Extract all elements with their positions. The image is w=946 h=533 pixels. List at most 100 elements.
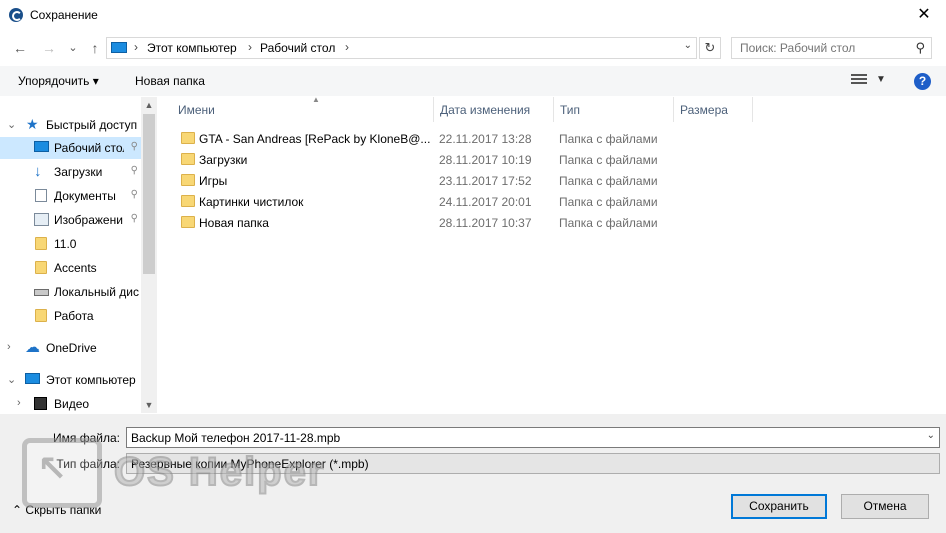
breadcrumb-desktop[interactable]: Рабочий стол: [260, 41, 335, 55]
pin-icon: ⚲: [130, 141, 138, 152]
sidebar-item-documents[interactable]: Документы ⚲: [0, 185, 142, 207]
column-header-type[interactable]: Тип: [554, 97, 674, 122]
folder-icon: [181, 174, 195, 186]
column-header-date[interactable]: Дата изменения: [434, 97, 554, 122]
table-row[interactable]: Новая папка 28.11.2017 10:37 Папка с фай…: [176, 212, 946, 233]
chevron-down-icon[interactable]: ▼: [876, 74, 886, 85]
drive-icon: [34, 289, 49, 296]
chevron-right-icon[interactable]: ›: [248, 40, 252, 54]
sidebar-item-label: Загрузки: [54, 165, 103, 179]
sidebar-item-label: Видео: [54, 397, 90, 411]
search-box[interactable]: ⚲: [731, 37, 932, 59]
pin-icon: ⚲: [130, 189, 138, 200]
search-icon[interactable]: ⚲: [915, 40, 925, 56]
scroll-up-icon[interactable]: ▲: [141, 97, 157, 113]
sidebar-item-label: Документы: [54, 189, 116, 203]
close-button[interactable]: ✕: [902, 0, 946, 30]
breadcrumb-this-pc[interactable]: Этот компьютер: [147, 41, 237, 55]
chevron-right-icon[interactable]: ›: [17, 397, 21, 409]
save-button[interactable]: Сохранить: [731, 494, 827, 519]
column-header-name[interactable]: Имени ▲: [172, 95, 434, 122]
sidebar-item-label: Рабочий стол: [54, 141, 124, 155]
navigation-pane: ⌄ ★ Быстрый доступ Рабочий стол ⚲ ↓ Загр…: [0, 97, 157, 413]
view-options-icon[interactable]: [851, 74, 867, 86]
chevron-right-icon[interactable]: ›: [345, 40, 349, 54]
search-input[interactable]: [740, 41, 910, 55]
cancel-button[interactable]: Отмена: [841, 494, 929, 519]
table-row[interactable]: Игры 23.11.2017 17:52 Папка с файлами: [176, 170, 946, 191]
folder-icon: [181, 216, 195, 228]
watermark-logo: ↖ OS Helper: [22, 438, 352, 508]
folder-icon: [35, 309, 47, 322]
sidebar-item-accents[interactable]: Accents: [0, 257, 142, 279]
address-bar[interactable]: › Этот компьютер › Рабочий стол › ⌄: [106, 37, 697, 59]
sidebar-item-label: 11.0: [54, 237, 77, 251]
sort-ascending-icon: ▲: [312, 95, 320, 104]
sidebar-item-local-disk[interactable]: Локальный дис: [0, 281, 142, 303]
sidebar-item-downloads[interactable]: ↓ Загрузки ⚲: [0, 161, 142, 183]
folder-icon: [35, 261, 47, 274]
folder-icon: [35, 237, 47, 250]
chevron-right-icon[interactable]: ›: [7, 341, 11, 353]
recent-locations-icon[interactable]: ⌄: [64, 39, 82, 57]
up-arrow-icon[interactable]: ↑: [86, 39, 104, 57]
folder-icon: [181, 132, 195, 144]
chevron-up-icon: ⌃: [12, 503, 23, 517]
scrollbar-thumb[interactable]: [143, 114, 155, 274]
sidebar-item-quick-access[interactable]: ⌄ ★ Быстрый доступ: [0, 114, 142, 136]
folder-icon: [181, 195, 195, 207]
sidebar-item-label: Быстрый доступ: [46, 118, 138, 132]
sidebar-item-label: Работа: [54, 309, 94, 323]
sidebar-item-pictures[interactable]: Изображени ⚲: [0, 209, 142, 231]
chevron-down-icon[interactable]: ⌄: [684, 40, 692, 51]
organize-menu[interactable]: Упорядочить ▾: [18, 74, 99, 88]
video-icon: [34, 397, 47, 410]
pin-icon: ⚲: [130, 165, 138, 176]
watermark-text: OS Helper: [113, 449, 326, 495]
cloud-icon: ☁: [25, 339, 40, 356]
app-icon: [9, 8, 23, 22]
sidebar-item-work[interactable]: Работа: [0, 305, 142, 327]
sidebar-item-folder-11[interactable]: 11.0: [0, 233, 142, 255]
sidebar-item-label: Accents: [54, 261, 97, 275]
new-folder-button[interactable]: Новая папка: [135, 74, 205, 88]
navigation-bar: ← → ⌄ ↑ › Этот компьютер › Рабочий стол …: [0, 33, 946, 63]
command-toolbar: Упорядочить ▾ Новая папка ▼ ?: [0, 66, 946, 96]
document-icon: [35, 189, 47, 202]
chevron-down-icon[interactable]: ⌄: [7, 373, 16, 386]
computer-icon: [111, 42, 127, 53]
sidebar-item-video[interactable]: › Видео: [0, 393, 142, 413]
forward-arrow-icon[interactable]: →: [40, 39, 58, 57]
sidebar-item-label: Этот компьютер: [46, 373, 136, 387]
folder-icon: [181, 153, 195, 165]
download-icon: ↓: [34, 163, 42, 180]
file-list: Имени ▲ Дата изменения Тип Размера GTA -…: [158, 95, 946, 413]
sidebar-scrollbar[interactable]: ▲ ▼: [141, 97, 157, 413]
column-header-size[interactable]: Размера: [674, 97, 753, 122]
sidebar-item-desktop[interactable]: Рабочий стол ⚲: [0, 137, 142, 159]
desktop-icon: [34, 141, 49, 152]
pin-icon: ⚲: [130, 213, 138, 224]
sidebar-item-label: Локальный дис: [54, 285, 139, 299]
chevron-down-icon[interactable]: ⌄: [927, 430, 935, 441]
scroll-down-icon[interactable]: ▼: [141, 397, 157, 413]
help-icon[interactable]: ?: [914, 73, 931, 90]
watermark-box: ↖: [22, 438, 102, 508]
window-title: Сохранение: [30, 8, 98, 22]
sidebar-item-this-pc[interactable]: ⌄ Этот компьютер: [0, 369, 142, 391]
sidebar-item-onedrive[interactable]: › ☁ OneDrive: [0, 337, 142, 359]
sidebar-item-label: OneDrive: [46, 341, 97, 355]
star-icon: ★: [26, 116, 39, 132]
pictures-icon: [34, 213, 49, 226]
title-bar: Сохранение ✕: [0, 0, 946, 32]
computer-icon: [25, 373, 40, 384]
chevron-right-icon[interactable]: ›: [134, 40, 138, 54]
table-row[interactable]: Загрузки 28.11.2017 10:19 Папка с файлам…: [176, 149, 946, 170]
back-arrow-icon[interactable]: ←: [11, 39, 29, 57]
table-row[interactable]: GTA - San Andreas [RePack by KloneB@... …: [176, 128, 946, 149]
chevron-down-icon[interactable]: ⌄: [7, 118, 16, 131]
refresh-button[interactable]: ↻: [699, 37, 721, 59]
cursor-arrow-icon: ↖: [37, 448, 68, 489]
sidebar-item-label: Изображени: [54, 213, 123, 227]
table-row[interactable]: Картинки чистилок 24.11.2017 20:01 Папка…: [176, 191, 946, 212]
